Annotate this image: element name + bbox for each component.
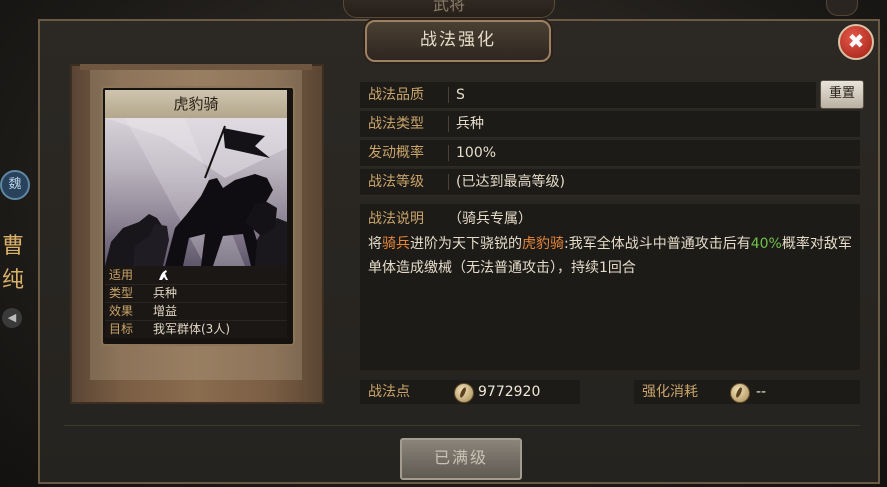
cost-value: --: [756, 384, 767, 400]
faction-badge: 魏: [0, 170, 30, 200]
tactic-card: 虎豹骑 适用 类型 兵种 效果 增益 目标 我军群体(3人): [101, 86, 295, 346]
footer-divider: [64, 425, 860, 426]
desc-part: :我军全体战斗中普通攻击后有: [564, 236, 751, 252]
info-key: 发动概率: [368, 145, 424, 161]
divider: [448, 174, 449, 190]
tactic-coin-icon: [730, 383, 750, 403]
stat-key: 效果: [109, 304, 134, 318]
desc-part: 进阶为天下骁锐的: [410, 236, 522, 252]
stat-row-effect: 效果 增益: [105, 302, 287, 321]
stat-row-applicable: 适用: [105, 266, 287, 285]
upgrade-cost-row: 强化消耗 --: [634, 380, 860, 404]
stat-row-type: 类型 兵种: [105, 284, 287, 303]
description-tag: （骑兵专属）: [448, 211, 532, 227]
stat-row-target: 目标 我军群体(3人): [105, 320, 287, 338]
desc-highlight: 虎豹骑: [522, 236, 564, 252]
max-level-button[interactable]: 已满级: [400, 438, 522, 480]
info-row-quality: 战法品质 S: [360, 82, 816, 109]
divider: [448, 116, 449, 132]
info-value: 兵种: [456, 116, 484, 132]
hero-name-char: 纯: [2, 268, 25, 293]
tactic-points-row: 战法点 9772920: [360, 380, 580, 404]
description-text: 将骑兵进阶为天下骁锐的虎豹骑:我军全体战斗中普通攻击后有40%概率对敌军单体造成…: [368, 232, 856, 280]
divider: [448, 145, 449, 161]
info-key: 战法品质: [368, 87, 424, 103]
description-header: 战法说明 （骑兵专属）: [368, 208, 532, 230]
stat-key: 类型: [109, 286, 134, 300]
stat-value: 兵种: [153, 286, 178, 300]
info-value: 100%: [456, 145, 497, 161]
hero-name-char: 曹: [2, 234, 25, 259]
stat-key: 适用: [109, 268, 134, 282]
info-key: 战法类型: [368, 116, 424, 132]
corner-button[interactable]: [826, 0, 858, 16]
desc-highlight: 骑兵: [382, 236, 410, 252]
info-row-rate: 发动概率 100%: [360, 140, 860, 167]
card-stats: 适用 类型 兵种 效果 增益 目标 我军群体(3人): [105, 266, 287, 338]
stat-value: 我军群体(3人): [153, 322, 230, 336]
cost-key: 强化消耗: [642, 384, 698, 400]
speaker-icon[interactable]: ◀: [2, 308, 22, 328]
info-value: (已达到最高等级): [456, 174, 565, 190]
card-title: 虎豹骑: [105, 90, 287, 118]
cavalry-icon: [159, 270, 168, 280]
cavalry-silhouette-icon: [105, 118, 287, 266]
stat-key: 目标: [109, 322, 134, 336]
info-key: 战法等级: [368, 174, 424, 190]
divider: [448, 87, 449, 103]
info-row-type: 战法类型 兵种: [360, 111, 860, 138]
close-button[interactable]: ✖: [838, 24, 874, 60]
desc-part: 将: [368, 236, 382, 252]
desc-highlight: 40%: [750, 236, 782, 252]
left-hero-strip: 魏 曹 纯 ◀: [0, 140, 34, 340]
dialog-title: 战法强化: [365, 20, 551, 62]
info-value: S: [456, 87, 465, 103]
points-key: 战法点: [368, 384, 410, 400]
stat-value: 增益: [153, 304, 178, 318]
points-value: 9772920: [478, 384, 541, 400]
info-row-level: 战法等级 (已达到最高等级): [360, 169, 860, 196]
description-box: 战法说明 （骑兵专属） 将骑兵进阶为天下骁锐的虎豹骑:我军全体战斗中普通攻击后有4…: [360, 204, 860, 370]
card-artwork: [105, 118, 287, 266]
tactic-coin-icon: [454, 383, 474, 403]
tab-generals[interactable]: 武将: [343, 0, 555, 18]
reset-button[interactable]: 重置: [820, 80, 864, 109]
description-key: 战法说明: [368, 211, 424, 227]
